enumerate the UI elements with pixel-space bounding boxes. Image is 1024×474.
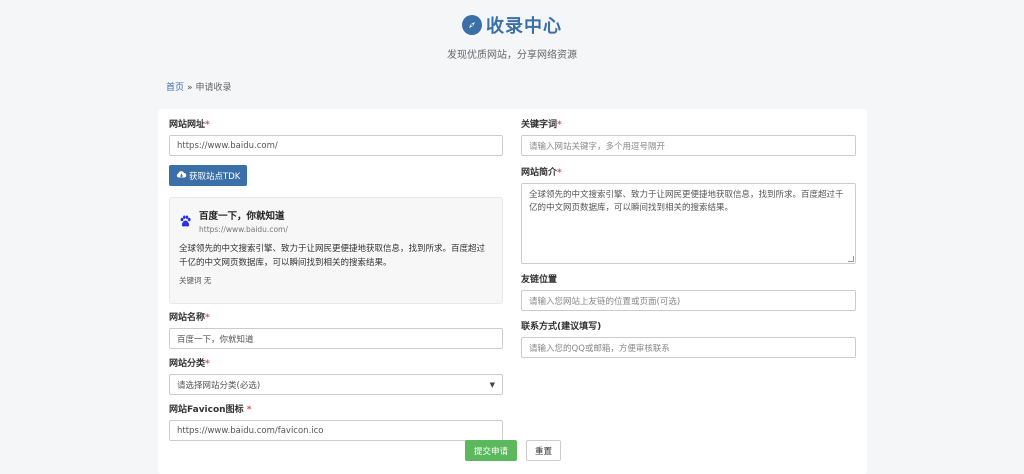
form-actions: 提交申请 重置 (158, 440, 867, 461)
reset-button[interactable]: 重置 (526, 440, 562, 461)
form-right-column: 关键字词* 请输入网站关键字，多个用逗号隔开 网站简介* 全球领先的中文搜索引擎… (521, 119, 856, 358)
contact-label: 联系方式(建议填写) (521, 322, 602, 332)
url-label: 网站网址* (169, 120, 210, 130)
name-input[interactable]: 百度一下，你就知道 (169, 328, 503, 349)
category-select[interactable]: 请选择网站分类(必选) ▼ (169, 374, 503, 395)
required-mark: * (557, 168, 562, 178)
preview-title: 百度一下，你就知道 (199, 211, 285, 222)
preview-description: 全球领先的中文搜索引擎、致力于让网民更便捷地获取信息，找到所求。百度超过千亿的中… (179, 244, 486, 268)
required-mark: * (205, 313, 210, 323)
required-mark: * (557, 120, 562, 130)
preview-keywords: 关键词 无 (179, 276, 212, 285)
page-subtitle: 发现优质网站，分享网络资源 (447, 50, 577, 61)
favicon-input[interactable]: https://www.baidu.com/favicon.ico (169, 420, 503, 441)
compass-icon (462, 15, 482, 35)
link-position-label: 友链位置 (521, 275, 558, 285)
fetch-tdk-label: 获取站点TDK (189, 171, 241, 182)
favicon-label: 网站Favicon图标 * (169, 405, 252, 415)
url-input[interactable]: https://www.baidu.com/ (169, 135, 503, 156)
required-mark: * (205, 120, 210, 130)
baidu-paw-icon (179, 213, 192, 227)
intro-textarea[interactable]: 全球领先的中文搜索引擎、致力于让网民更便捷地获取信息，找到所求。百度超过千亿的中… (521, 183, 856, 264)
required-mark: * (246, 405, 252, 415)
brand[interactable]: 收录中心 (462, 12, 562, 38)
resize-handle[interactable] (848, 256, 854, 262)
form-left-column: 网站网址* https://www.baidu.com/ 获取站点TDK 百度一… (169, 119, 503, 441)
intro-label: 网站简介* (521, 168, 562, 178)
chevron-down-icon: ▼ (489, 380, 495, 389)
breadcrumb-home-link[interactable]: 首页 (166, 83, 184, 93)
keywords-input[interactable]: 请输入网站关键字，多个用逗号隔开 (521, 135, 856, 156)
tdk-preview-card: 百度一下，你就知道 https://www.baidu.com/ 全球领先的中文… (169, 197, 503, 304)
link-position-input[interactable]: 请输入您网站上友链的位置或页面(可选) (521, 290, 856, 311)
intro-text: 全球领先的中文搜索引擎、致力于让网民更便捷地获取信息，找到所求。百度超过千亿的中… (529, 190, 844, 213)
contact-input[interactable]: 请输入您的QQ或邮箱，方便审核联系 (521, 337, 856, 358)
breadcrumb: 首页» 申请收录 (166, 80, 232, 93)
breadcrumb-current: 申请收录 (195, 83, 232, 93)
cloud-download-icon (176, 170, 187, 182)
page-header: 收录中心 发现优质网站，分享网络资源 (0, 12, 1024, 61)
submit-button[interactable]: 提交申请 (464, 440, 517, 461)
category-select-value: 请选择网站分类(必选) (177, 380, 261, 391)
submission-form: 网站网址* https://www.baidu.com/ 获取站点TDK 百度一… (158, 109, 867, 474)
keywords-label: 关键字词* (521, 120, 562, 130)
fetch-tdk-button[interactable]: 获取站点TDK (169, 165, 248, 186)
preview-url: https://www.baidu.com/ (199, 225, 288, 234)
page-title: 收录中心 (486, 16, 562, 37)
category-label: 网站分类* (169, 359, 210, 369)
required-mark: * (205, 359, 210, 369)
breadcrumb-separator: » (187, 83, 193, 93)
name-label: 网站名称* (169, 313, 210, 323)
